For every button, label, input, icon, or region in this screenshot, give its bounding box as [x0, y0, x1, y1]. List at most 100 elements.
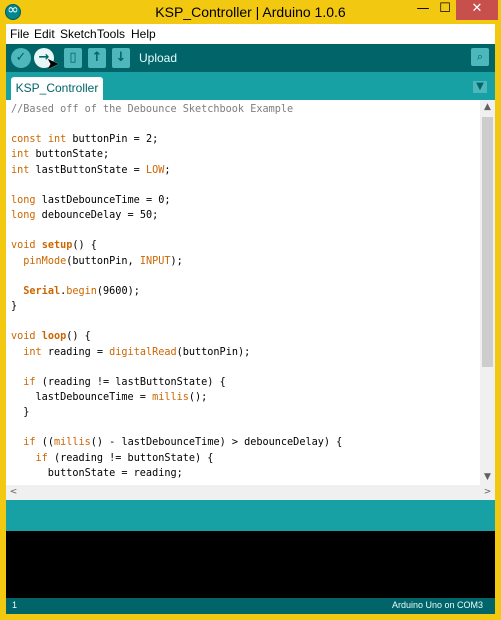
code-line: if (reading != buttonState) { [11, 451, 342, 466]
menu-tools[interactable]: Tools [97, 27, 125, 41]
tab-ksp-controller[interactable]: KSP_Controller [11, 77, 103, 100]
board-port-label: Arduino Uno on COM3 [391, 600, 483, 610]
code-token: millis [152, 391, 189, 403]
code-token: lastDebounceTime = 0; [35, 194, 171, 206]
code-token: (( [35, 437, 54, 449]
code-line: long debounceDelay = 50; [11, 208, 342, 223]
console-output[interactable] [6, 531, 495, 598]
code-token: setup [41, 240, 73, 252]
code-token: millis [53, 437, 91, 449]
toolbar-hover-label: Upload [139, 51, 178, 65]
code-token: lastDebounceTime = [11, 391, 153, 403]
code-line: //Based off of the Debounce Sketchbook E… [11, 102, 342, 117]
scroll-right-icon[interactable]: > [480, 485, 495, 500]
save-button[interactable]: ↓ [112, 48, 130, 68]
code-token: } [11, 407, 30, 419]
code-token: digitalRead [109, 346, 177, 358]
chevron-down-icon: ▼ [476, 81, 484, 92]
code-token: LOW [145, 164, 165, 176]
magnifier-icon: ⌕ [476, 50, 484, 63]
code-token: (buttonPin, [66, 255, 140, 267]
code-line: void setup() { [11, 238, 342, 253]
code-token: () - lastDebounceTime) > debounceDelay) … [90, 437, 343, 449]
code-token: long [11, 194, 36, 206]
code-token: //Based off of the Debounce Sketchbook E… [11, 104, 294, 115]
code-line: int reading = digitalRead(buttonPin); [11, 345, 342, 360]
tab-bar: KSP_Controller ▼ [6, 72, 495, 100]
code-token: int [11, 149, 30, 161]
vertical-scrollbar[interactable]: ▲ ▼ [480, 100, 495, 485]
code-token: long [11, 210, 36, 222]
open-button[interactable]: ↑ [88, 48, 106, 68]
code-token: loop [41, 331, 67, 343]
code-line: if (reading != lastButtonState) { [11, 375, 342, 390]
arrow-up-icon: ↑ [91, 50, 103, 65]
code-token: if [23, 437, 36, 449]
code-token: reading = [41, 346, 110, 358]
new-button[interactable]: ▯ [64, 48, 82, 68]
serial-monitor-button[interactable]: ⌕ [471, 48, 489, 66]
close-button[interactable]: ✕ [456, 0, 498, 20]
verify-button[interactable]: ✓ [11, 48, 31, 68]
code-token: lastButtonState = [29, 164, 146, 176]
code-text: //Based off of the Debounce Sketchbook E… [11, 102, 342, 481]
code-token: () { [72, 240, 97, 252]
code-token: begin [66, 285, 97, 297]
code-token: (buttonPin); [176, 346, 251, 358]
new-file-icon: ▯ [69, 50, 77, 65]
code-token: buttonState; [29, 149, 110, 161]
code-line: void loop() { [11, 329, 342, 344]
code-editor[interactable]: //Based off of the Debounce Sketchbook E… [6, 100, 480, 485]
code-token: int [11, 164, 30, 176]
code-line: pinMode(buttonPin, INPUT); [11, 254, 342, 269]
code-line: } [11, 299, 342, 314]
mouse-cursor-icon: ➤ [46, 54, 60, 73]
code-line: lastDebounceTime = millis(); [11, 390, 342, 405]
code-token: void [11, 240, 36, 252]
tab-menu-button[interactable]: ▼ [473, 81, 487, 93]
arduino-ide-window: KSP_Controller | Arduino 1.0.6 — ☐ ✕ Fil… [0, 0, 501, 620]
code-line: const int buttonPin = 2; [11, 132, 342, 147]
code-token: debounceDelay = 50; [35, 210, 159, 222]
code-token: ; [164, 164, 171, 176]
code-line: Serial.begin(9600); [11, 284, 342, 299]
code-token: int [47, 134, 67, 146]
code-line: buttonState = reading; [11, 466, 342, 481]
arrow-down-icon: ↓ [115, 50, 127, 65]
horizontal-scrollbar[interactable]: < > [6, 485, 495, 500]
minimize-button[interactable]: — [412, 0, 434, 20]
code-line: long lastDebounceTime = 0; [11, 193, 342, 208]
code-token: const [11, 134, 42, 146]
message-area [6, 500, 495, 531]
menu-sketch[interactable]: Sketch [60, 27, 97, 41]
code-token: } [11, 301, 18, 313]
code-token: () { [66, 331, 91, 343]
menu-bar: File Edit Sketch Tools Help [6, 24, 495, 44]
menu-edit[interactable]: Edit [34, 27, 55, 41]
scroll-left-icon[interactable]: < [6, 485, 21, 500]
scroll-down-icon[interactable]: ▼ [480, 470, 495, 485]
vertical-scroll-thumb[interactable] [482, 117, 493, 367]
code-token: if [23, 376, 36, 388]
menu-file[interactable]: File [10, 27, 29, 41]
title-bar[interactable]: KSP_Controller | Arduino 1.0.6 — ☐ ✕ [0, 0, 501, 24]
code-token: buttonPin = 2; [66, 134, 159, 146]
code-token: void [11, 331, 36, 343]
code-token: (reading != buttonState) { [47, 452, 214, 464]
scroll-up-icon[interactable]: ▲ [480, 100, 495, 115]
code-token: ); [170, 255, 183, 267]
menu-help[interactable]: Help [131, 27, 156, 41]
code-token: (reading != lastButtonState) { [35, 376, 226, 388]
maximize-button[interactable]: ☐ [434, 0, 456, 20]
code-token: int [23, 346, 42, 358]
